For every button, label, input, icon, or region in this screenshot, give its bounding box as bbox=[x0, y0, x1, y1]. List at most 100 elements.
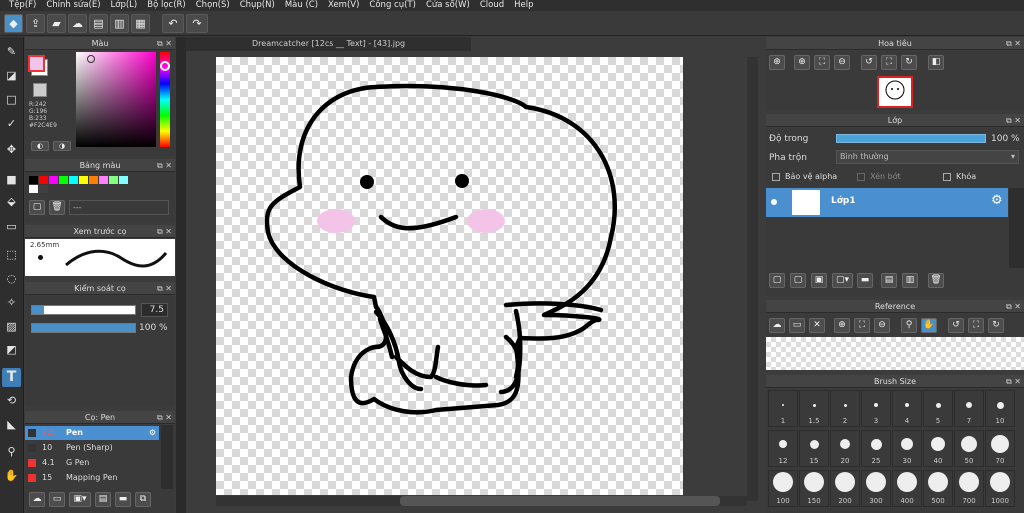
panel-controls-icon[interactable]: ⧉ ✕ bbox=[157, 37, 172, 50]
magic-wand-tool-icon[interactable]: ✧ bbox=[2, 293, 21, 312]
brush-size-cell[interactable]: 20 bbox=[830, 430, 860, 467]
move-tool-icon[interactable]: ✥ bbox=[2, 140, 21, 159]
brush-size-cell[interactable]: 5 bbox=[923, 390, 953, 427]
duplicate-layer-icon[interactable]: ▤ bbox=[881, 273, 897, 288]
color-picker-cursor[interactable] bbox=[87, 55, 95, 63]
menu-item-7[interactable]: Xem(V) bbox=[323, 0, 364, 11]
palette-swatch[interactable] bbox=[89, 176, 98, 184]
document-tab[interactable]: Dreamcatcher [12cs __ Text] - [43].jpg bbox=[186, 37, 471, 51]
protect-alpha-checkbox[interactable] bbox=[772, 173, 780, 181]
pen-tool-icon[interactable]: ✓ bbox=[2, 114, 21, 133]
layer-settings-icon[interactable]: ⚙ bbox=[991, 193, 1003, 208]
menu-item-4[interactable]: Chọn(S) bbox=[191, 0, 235, 11]
bucket-tool-icon[interactable]: ⬙ bbox=[2, 192, 21, 211]
hue-cursor[interactable] bbox=[160, 61, 170, 71]
delete-layer-icon[interactable]: 🗑 bbox=[928, 273, 944, 288]
color-mode-button-2[interactable]: ◑ bbox=[53, 141, 71, 151]
blend-mode-select[interactable]: Bình thường ▾ bbox=[836, 150, 1019, 164]
brush-size-cell[interactable]: 500 bbox=[923, 470, 953, 507]
palette-swatch[interactable] bbox=[29, 176, 38, 184]
menu-item-2[interactable]: Lớp(L) bbox=[106, 0, 143, 11]
palette-swatch[interactable] bbox=[119, 176, 128, 184]
layer-row[interactable]: Lớp1 ⚙ bbox=[766, 188, 1008, 217]
rotate-right-icon[interactable]: ↻ bbox=[901, 55, 917, 70]
reference-canvas[interactable] bbox=[766, 337, 1024, 370]
brush-size-cell[interactable]: 15 bbox=[799, 430, 829, 467]
canvas-vertical-scrollbar[interactable] bbox=[747, 57, 758, 501]
layers-alt-icon[interactable]: ▦ bbox=[131, 14, 150, 33]
navigator-thumbnail[interactable] bbox=[877, 76, 913, 108]
flip-icon[interactable]: ◧ bbox=[928, 55, 944, 70]
brush-list-item[interactable]: 4.1 G Pen bbox=[25, 456, 159, 470]
palette-swatch[interactable] bbox=[29, 185, 38, 193]
brush-tool-icon[interactable]: ✎ bbox=[2, 42, 21, 61]
folder-layer-icon[interactable]: ▬ bbox=[857, 273, 873, 288]
menu-item-6[interactable]: Màu (C) bbox=[280, 0, 323, 11]
palette-swatch[interactable] bbox=[39, 176, 48, 184]
menu-item-9[interactable]: Cửa sổ(W) bbox=[421, 0, 475, 11]
brush-size-cell[interactable]: 400 bbox=[892, 470, 922, 507]
document-icon[interactable]: ▤ bbox=[89, 14, 108, 33]
mdi-logo-icon[interactable]: ◆ bbox=[4, 14, 23, 33]
menu-item-8[interactable]: Công cụ(T) bbox=[364, 0, 421, 11]
palette-name-field[interactable]: --- bbox=[69, 200, 169, 215]
visibility-icon[interactable] bbox=[771, 199, 777, 205]
brush-size-cell[interactable]: 12 bbox=[768, 430, 798, 467]
left-panel-scroll[interactable] bbox=[176, 37, 186, 513]
brush-copy-icon[interactable]: ⧉ bbox=[135, 492, 151, 507]
delete-palette-icon[interactable]: 🗑 bbox=[49, 200, 65, 215]
eyedropper-tool-icon[interactable]: ⚲ bbox=[2, 442, 21, 461]
reference-reset-icon[interactable]: ⛶ bbox=[968, 318, 984, 333]
brush-list-scrollbar[interactable] bbox=[161, 425, 173, 489]
reference-cloud-icon[interactable]: ☁ bbox=[769, 318, 785, 333]
panel-controls-icon[interactable]: ⧉ ✕ bbox=[1006, 375, 1021, 388]
brush-size-cell[interactable]: 150 bbox=[799, 470, 829, 507]
brush-size-cell[interactable]: 30 bbox=[892, 430, 922, 467]
layer-scrollbar[interactable] bbox=[1009, 188, 1024, 268]
reference-close-icon[interactable]: ✕ bbox=[809, 318, 825, 333]
brush-settings-icon[interactable]: ⚙ bbox=[149, 426, 156, 440]
panel-controls-icon[interactable]: ⧉ ✕ bbox=[1006, 37, 1021, 50]
palette-swatch[interactable] bbox=[109, 176, 118, 184]
lock-checkbox[interactable] bbox=[943, 173, 951, 181]
palette-swatch[interactable] bbox=[99, 176, 108, 184]
canvas[interactable] bbox=[216, 57, 683, 495]
brush-size-cell[interactable]: 200 bbox=[830, 470, 860, 507]
menu-item-3[interactable]: Bộ lọc(R) bbox=[142, 0, 191, 11]
brush-size-cell[interactable]: 1000 bbox=[985, 470, 1015, 507]
operation-tool-icon[interactable]: ⟲ bbox=[2, 391, 21, 410]
cloud-brush-icon[interactable]: ☁ bbox=[29, 492, 45, 507]
palette-swatch[interactable] bbox=[49, 176, 58, 184]
fit-icon[interactable]: ⛶ bbox=[814, 55, 830, 70]
export-icon[interactable]: ⇪ bbox=[26, 14, 45, 33]
layer-opacity-slider[interactable] bbox=[836, 134, 986, 143]
brush-size-value[interactable]: 7.5 bbox=[141, 303, 168, 317]
menu-item-0[interactable]: Tệp(F) bbox=[4, 0, 41, 11]
brush-folder-icon[interactable]: ▬ bbox=[115, 492, 131, 507]
gradient-tool-icon[interactable]: ▭ bbox=[2, 217, 21, 236]
palette-swatch[interactable] bbox=[39, 185, 48, 193]
menu-item-1[interactable]: Chỉnh sửa(E) bbox=[41, 0, 105, 11]
zoom-in-2-icon[interactable]: ⊕ bbox=[794, 55, 810, 70]
foreground-color-swatch[interactable] bbox=[28, 55, 45, 72]
palette-swatch[interactable] bbox=[79, 176, 88, 184]
brush-size-slider[interactable] bbox=[31, 305, 136, 315]
cloud-icon[interactable]: ☁ bbox=[68, 14, 87, 33]
reference-hand-icon[interactable]: ✋ bbox=[921, 318, 937, 333]
menu-item-10[interactable]: Cloud bbox=[475, 0, 509, 11]
rectangle-tool-icon[interactable]: □ bbox=[2, 90, 21, 109]
reference-zoom-in-icon[interactable]: ⊕ bbox=[834, 318, 850, 333]
brush-size-cell[interactable]: 40 bbox=[923, 430, 953, 467]
brush-size-cell[interactable]: 3 bbox=[861, 390, 891, 427]
new-palette-icon[interactable]: ▢ bbox=[29, 200, 45, 215]
color-mode-button[interactable]: ◐ bbox=[31, 141, 49, 151]
brush-size-cell[interactable]: 70 bbox=[985, 430, 1015, 467]
zoom-out-icon[interactable]: ⊖ bbox=[834, 55, 850, 70]
reference-zoom-out-icon[interactable]: ⊖ bbox=[874, 318, 890, 333]
new-layer-2-icon[interactable]: ▢ bbox=[790, 273, 806, 288]
reference-rotate-right-icon[interactable]: ↻ bbox=[988, 318, 1004, 333]
brush-size-cell[interactable]: 4 bbox=[892, 390, 922, 427]
folder-brush-icon[interactable]: ▭ bbox=[49, 492, 65, 507]
select-pen-tool-icon[interactable]: ▨ bbox=[2, 317, 21, 336]
brush-size-cell[interactable]: 7 bbox=[954, 390, 984, 427]
